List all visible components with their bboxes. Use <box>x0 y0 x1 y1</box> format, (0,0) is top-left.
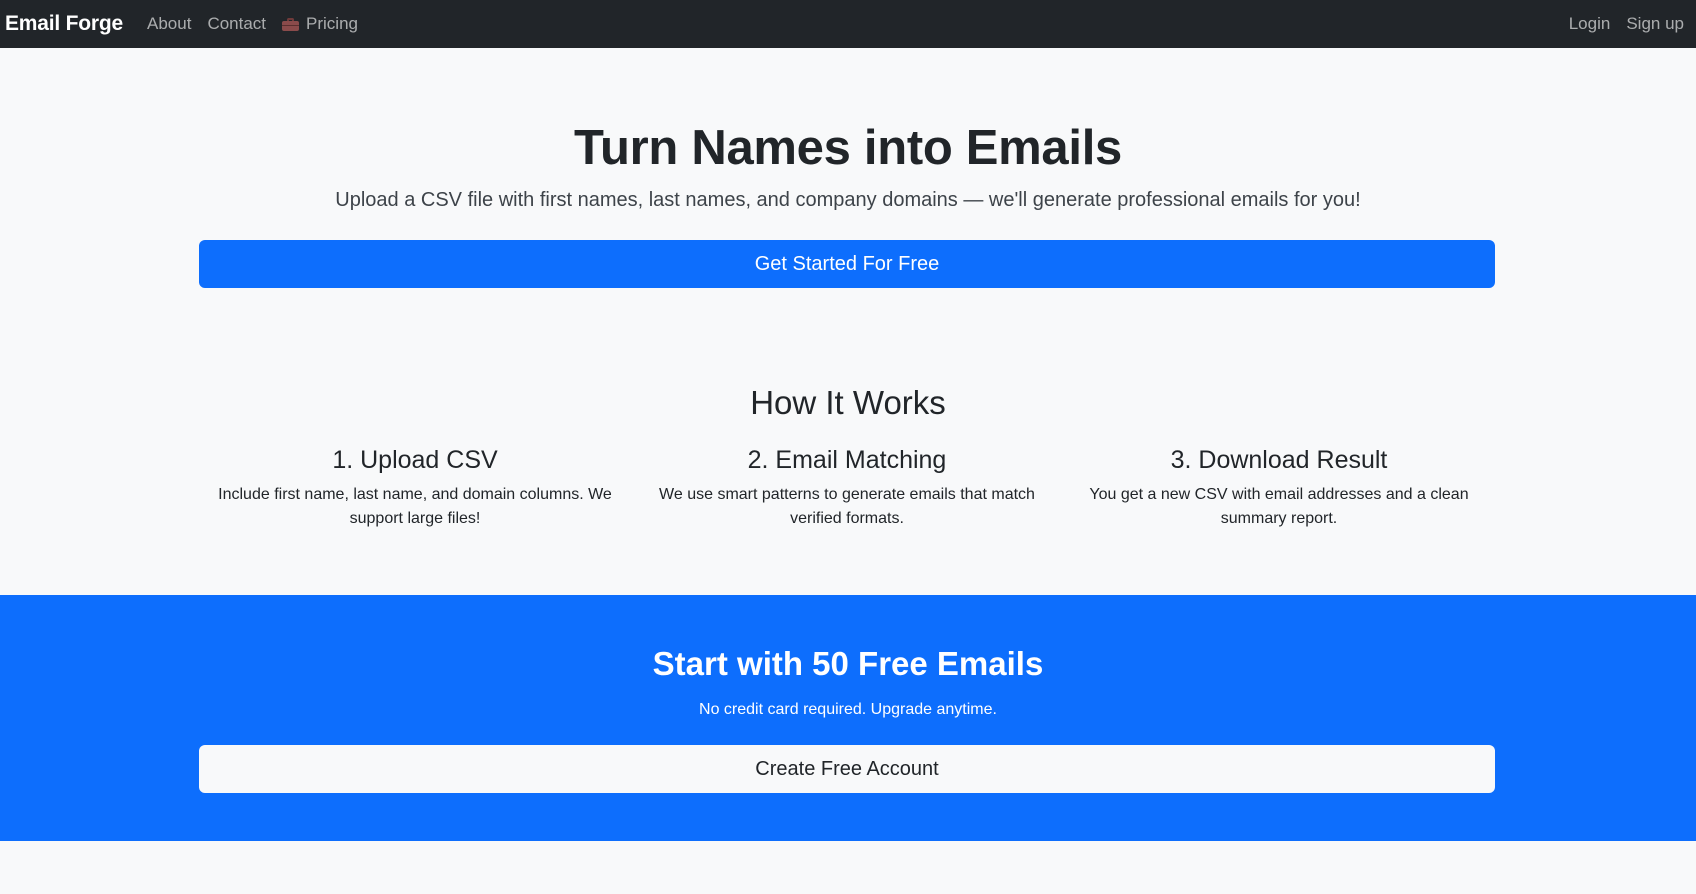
nav-link-signup[interactable]: Sign up <box>1626 14 1684 34</box>
nav-left-group: Email Forge About Contact Pricing <box>5 12 374 36</box>
top-navbar: Email Forge About Contact Pricing Login … <box>0 0 1696 48</box>
nav-right-group: Login Sign up <box>1553 14 1684 34</box>
step-description: We use smart patterns to generate emails… <box>659 486 1035 527</box>
step-download-result: 3. Download Result You get a new CSV wit… <box>1063 446 1495 531</box>
step-upload-csv: 1. Upload CSV Include first name, last n… <box>199 446 631 531</box>
step-title: 1. Upload CSV <box>332 446 498 474</box>
how-it-works-steps: 1. Upload CSV Include first name, last n… <box>199 446 1495 531</box>
cta-title: Start with 50 Free Emails <box>652 645 1044 682</box>
nav-link-contact[interactable]: Contact <box>207 14 266 34</box>
nav-link-pricing-label: Pricing <box>306 14 358 33</box>
hero-subtitle: Upload a CSV file with first names, last… <box>335 189 1361 211</box>
step-title: 3. Download Result <box>1170 446 1388 474</box>
free-emails-cta-section: Start with 50 Free Emails No credit card… <box>0 595 1696 841</box>
cta-subtitle: No credit card required. Upgrade anytime… <box>699 701 997 718</box>
brand-logo-link[interactable]: Email Forge <box>5 12 123 36</box>
get-started-button[interactable]: Get Started For Free <box>199 240 1495 288</box>
step-title: 2. Email Matching <box>747 446 947 474</box>
nav-link-login[interactable]: Login <box>1569 14 1611 34</box>
hero-title: Turn Names into Emails <box>574 121 1122 175</box>
nav-link-pricing[interactable]: Pricing <box>282 14 358 34</box>
step-description: You get a new CSV with email addresses a… <box>1089 486 1469 527</box>
nav-link-about[interactable]: About <box>147 14 191 34</box>
how-it-works-title: How It Works <box>750 384 946 421</box>
briefcase-icon <box>282 17 300 31</box>
step-description: Include first name, last name, and domai… <box>218 486 612 527</box>
step-email-matching: 2. Email Matching We use smart patterns … <box>631 446 1063 531</box>
create-free-account-button[interactable]: Create Free Account <box>199 745 1495 793</box>
